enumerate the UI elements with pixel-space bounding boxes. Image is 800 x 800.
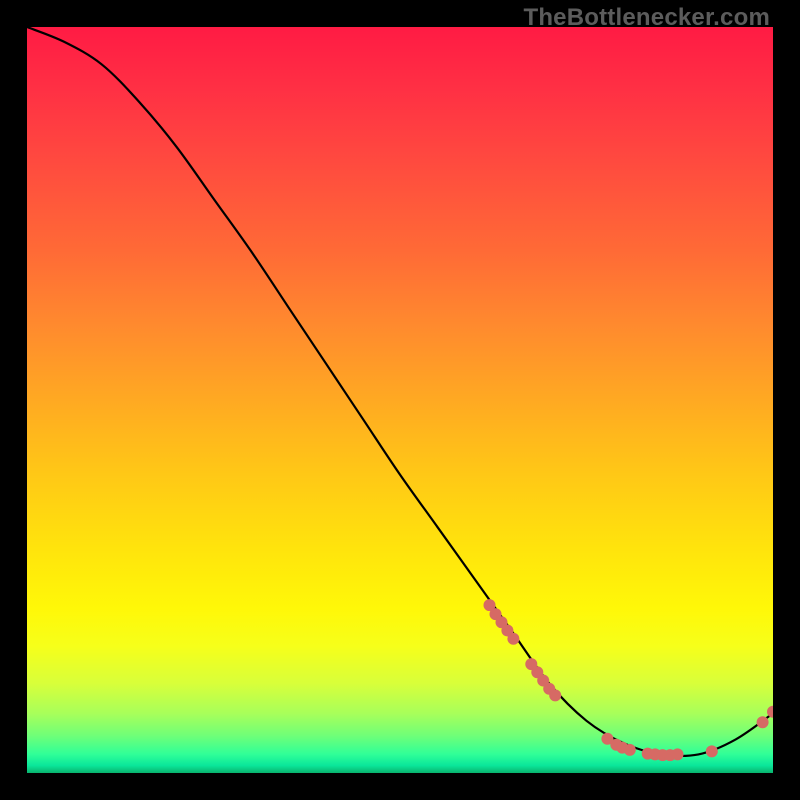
chart-curve-path <box>27 27 773 756</box>
chart-marker-dot <box>624 744 636 756</box>
chart-overlay <box>27 27 773 773</box>
chart-marker-dot <box>507 633 519 645</box>
chart-marker-dot <box>549 689 561 701</box>
chart-marker-dot <box>706 745 718 757</box>
watermark-text: TheBottlenecker.com <box>523 4 770 32</box>
chart-marker-group <box>484 599 774 761</box>
chart-stage: TheBottlenecker.com <box>0 0 800 800</box>
chart-plot-area <box>27 27 773 773</box>
chart-marker-dot <box>672 748 684 760</box>
chart-marker-dot <box>757 716 769 728</box>
